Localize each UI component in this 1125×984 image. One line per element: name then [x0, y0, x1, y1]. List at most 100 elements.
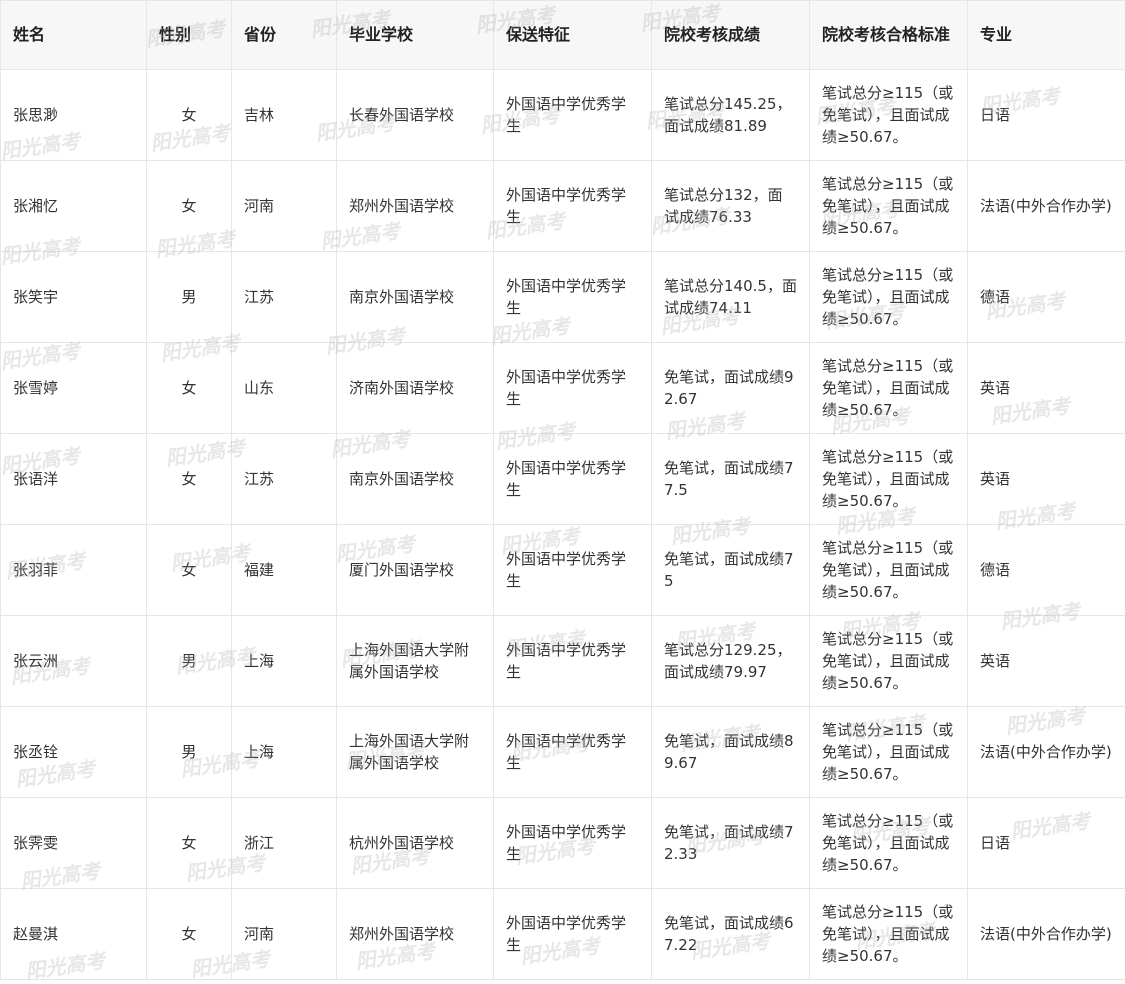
cell-province: 河南 — [232, 889, 337, 980]
cell-standard: 笔试总分≥115（或免笔试），且面试成绩≥50.67。 — [810, 252, 968, 343]
cell-name: 张雪婷 — [1, 343, 147, 434]
cell-standard: 笔试总分≥115（或免笔试），且面试成绩≥50.67。 — [810, 798, 968, 889]
cell-major: 法语(中外合作办学) — [968, 161, 1125, 252]
cell-school: 长春外国语学校 — [337, 70, 494, 161]
cell-gender: 女 — [147, 161, 232, 252]
cell-major: 日语 — [968, 798, 1125, 889]
cell-province: 江苏 — [232, 252, 337, 343]
table-row: 张霁雯 女 浙江 杭州外国语学校 外国语中学优秀学生 免笔试，面试成绩72.33… — [1, 798, 1125, 889]
table-row: 张湘忆 女 河南 郑州外国语学校 外国语中学优秀学生 笔试总分132，面试成绩7… — [1, 161, 1125, 252]
cell-school: 郑州外国语学校 — [337, 161, 494, 252]
cell-standard: 笔试总分≥115（或免笔试），且面试成绩≥50.67。 — [810, 161, 968, 252]
cell-name: 张湘忆 — [1, 161, 147, 252]
cell-gender: 女 — [147, 889, 232, 980]
table-row: 张语洋 女 江苏 南京外国语学校 外国语中学优秀学生 免笔试，面试成绩77.5 … — [1, 434, 1125, 525]
cell-school: 郑州外国语学校 — [337, 889, 494, 980]
cell-major: 法语(中外合作办学) — [968, 707, 1125, 798]
table-row: 赵曼淇 女 河南 郑州外国语学校 外国语中学优秀学生 免笔试，面试成绩67.22… — [1, 889, 1125, 980]
cell-standard: 笔试总分≥115（或免笔试），且面试成绩≥50.67。 — [810, 434, 968, 525]
cell-gender: 女 — [147, 525, 232, 616]
cell-score: 免笔试，面试成绩77.5 — [652, 434, 810, 525]
cell-school: 南京外国语学校 — [337, 434, 494, 525]
cell-major: 法语(中外合作办学) — [968, 889, 1125, 980]
cell-province: 河南 — [232, 161, 337, 252]
cell-score: 笔试总分140.5，面试成绩74.11 — [652, 252, 810, 343]
cell-gender: 男 — [147, 707, 232, 798]
cell-name: 赵曼淇 — [1, 889, 147, 980]
cell-name: 张云洲 — [1, 616, 147, 707]
table-row: 张云洲 男 上海 上海外国语大学附属外国语学校 外国语中学优秀学生 笔试总分12… — [1, 616, 1125, 707]
header-name: 姓名 — [1, 1, 147, 70]
cell-school: 济南外国语学校 — [337, 343, 494, 434]
admissions-table: 姓名 性别 省份 毕业学校 保送特征 院校考核成绩 院校考核合格标准 专业 张思… — [0, 0, 1125, 980]
cell-major: 英语 — [968, 343, 1125, 434]
header-feature: 保送特征 — [494, 1, 652, 70]
cell-province: 浙江 — [232, 798, 337, 889]
cell-gender: 男 — [147, 252, 232, 343]
cell-school: 上海外国语大学附属外国语学校 — [337, 707, 494, 798]
cell-score: 笔试总分132，面试成绩76.33 — [652, 161, 810, 252]
cell-standard: 笔试总分≥115（或免笔试），且面试成绩≥50.67。 — [810, 343, 968, 434]
cell-feature: 外国语中学优秀学生 — [494, 525, 652, 616]
cell-name: 张语洋 — [1, 434, 147, 525]
cell-feature: 外国语中学优秀学生 — [494, 889, 652, 980]
cell-feature: 外国语中学优秀学生 — [494, 343, 652, 434]
cell-name: 张霁雯 — [1, 798, 147, 889]
cell-feature: 外国语中学优秀学生 — [494, 161, 652, 252]
cell-gender: 女 — [147, 434, 232, 525]
cell-feature: 外国语中学优秀学生 — [494, 252, 652, 343]
cell-school: 上海外国语大学附属外国语学校 — [337, 616, 494, 707]
cell-major: 德语 — [968, 252, 1125, 343]
cell-standard: 笔试总分≥115（或免笔试），且面试成绩≥50.67。 — [810, 889, 968, 980]
cell-standard: 笔试总分≥115（或免笔试），且面试成绩≥50.67。 — [810, 616, 968, 707]
cell-feature: 外国语中学优秀学生 — [494, 434, 652, 525]
cell-feature: 外国语中学优秀学生 — [494, 70, 652, 161]
header-score: 院校考核成绩 — [652, 1, 810, 70]
cell-standard: 笔试总分≥115（或免笔试），且面试成绩≥50.67。 — [810, 70, 968, 161]
header-gender: 性别 — [147, 1, 232, 70]
header-standard: 院校考核合格标准 — [810, 1, 968, 70]
cell-gender: 女 — [147, 798, 232, 889]
cell-feature: 外国语中学优秀学生 — [494, 707, 652, 798]
cell-major: 英语 — [968, 616, 1125, 707]
cell-major: 英语 — [968, 434, 1125, 525]
table-row: 张丞铨 男 上海 上海外国语大学附属外国语学校 外国语中学优秀学生 免笔试，面试… — [1, 707, 1125, 798]
cell-score: 免笔试，面试成绩72.33 — [652, 798, 810, 889]
header-school: 毕业学校 — [337, 1, 494, 70]
cell-province: 上海 — [232, 707, 337, 798]
cell-major: 德语 — [968, 525, 1125, 616]
cell-feature: 外国语中学优秀学生 — [494, 798, 652, 889]
cell-school: 南京外国语学校 — [337, 252, 494, 343]
cell-name: 张丞铨 — [1, 707, 147, 798]
cell-school: 厦门外国语学校 — [337, 525, 494, 616]
cell-score: 免笔试，面试成绩67.22 — [652, 889, 810, 980]
cell-gender: 女 — [147, 343, 232, 434]
cell-score: 笔试总分129.25，面试成绩79.97 — [652, 616, 810, 707]
cell-score: 免笔试，面试成绩89.67 — [652, 707, 810, 798]
cell-standard: 笔试总分≥115（或免笔试），且面试成绩≥50.67。 — [810, 525, 968, 616]
cell-province: 江苏 — [232, 434, 337, 525]
table-row: 张笑宇 男 江苏 南京外国语学校 外国语中学优秀学生 笔试总分140.5，面试成… — [1, 252, 1125, 343]
table-header-row: 姓名 性别 省份 毕业学校 保送特征 院校考核成绩 院校考核合格标准 专业 — [1, 1, 1125, 70]
cell-name: 张笑宇 — [1, 252, 147, 343]
header-major: 专业 — [968, 1, 1125, 70]
cell-score: 笔试总分145.25，面试成绩81.89 — [652, 70, 810, 161]
cell-province: 上海 — [232, 616, 337, 707]
table-row: 张思渺 女 吉林 长春外国语学校 外国语中学优秀学生 笔试总分145.25，面试… — [1, 70, 1125, 161]
cell-gender: 男 — [147, 616, 232, 707]
cell-gender: 女 — [147, 70, 232, 161]
cell-province: 山东 — [232, 343, 337, 434]
table-row: 张雪婷 女 山东 济南外国语学校 外国语中学优秀学生 免笔试，面试成绩92.67… — [1, 343, 1125, 434]
cell-standard: 笔试总分≥115（或免笔试），且面试成绩≥50.67。 — [810, 707, 968, 798]
cell-school: 杭州外国语学校 — [337, 798, 494, 889]
cell-name: 张思渺 — [1, 70, 147, 161]
cell-feature: 外国语中学优秀学生 — [494, 616, 652, 707]
cell-name: 张羽菲 — [1, 525, 147, 616]
cell-province: 吉林 — [232, 70, 337, 161]
cell-major: 日语 — [968, 70, 1125, 161]
table-row: 张羽菲 女 福建 厦门外国语学校 外国语中学优秀学生 免笔试，面试成绩75 笔试… — [1, 525, 1125, 616]
cell-score: 免笔试，面试成绩75 — [652, 525, 810, 616]
header-province: 省份 — [232, 1, 337, 70]
cell-score: 免笔试，面试成绩92.67 — [652, 343, 810, 434]
cell-province: 福建 — [232, 525, 337, 616]
